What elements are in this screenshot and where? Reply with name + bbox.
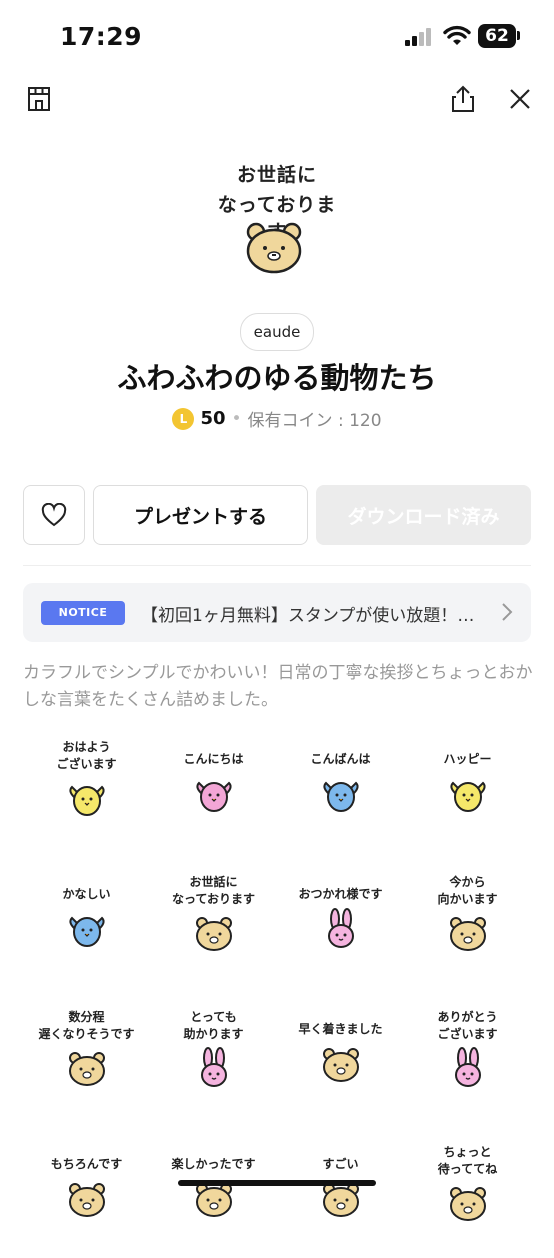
battery-tip xyxy=(517,31,520,40)
sticker-item[interactable]: とっても 助かります xyxy=(150,995,277,1123)
bear-icon xyxy=(323,1048,359,1082)
sticker-item[interactable]: もちろんです xyxy=(23,1130,150,1258)
sticker-item[interactable]: お世話に なっております xyxy=(150,860,277,988)
sticker-text: 楽しかったです xyxy=(171,1157,256,1171)
sticker-item[interactable]: 今から 向かいます xyxy=(404,860,531,988)
sticker-text: ちょっと 待っててね xyxy=(437,1145,498,1176)
bear-illustration xyxy=(246,222,302,274)
sticker-item[interactable]: こんにちは xyxy=(150,725,277,853)
sticker-text: 数分程 遅くなりそうです xyxy=(38,1010,135,1041)
downloaded-button[interactable]: ダウンロード済み xyxy=(316,485,531,545)
chevron-right-icon xyxy=(502,603,513,621)
notice-text: 【初回1ヶ月無料】スタンプが使い放題！登録はこ... xyxy=(141,606,491,626)
top-nav xyxy=(0,74,554,124)
sticker-text: おはよう ございます xyxy=(56,740,117,771)
wifi-icon xyxy=(443,25,471,45)
bird-icon xyxy=(450,781,486,812)
sticker-text: こんにちは xyxy=(183,752,244,766)
bear-icon xyxy=(450,917,486,951)
price-row: L 50 • 保有コイン : 120 xyxy=(0,406,554,431)
status-bar: 17:29 62 xyxy=(0,0,554,74)
close-icon xyxy=(510,89,530,109)
bird-icon xyxy=(323,781,359,812)
sticker-item[interactable]: おはよう ございます xyxy=(23,725,150,853)
sticker-item[interactable]: こんばんは xyxy=(277,725,404,853)
action-buttons: プレゼントする ダウンロード済み xyxy=(23,485,531,547)
notice-banner[interactable]: NOTICE 【初回1ヶ月無料】スタンプが使い放題！登録はこ... xyxy=(23,583,531,642)
sticker-item[interactable]: 早く着きました xyxy=(277,995,404,1123)
bear-icon xyxy=(450,1187,486,1221)
hero-text-line1: お世話に xyxy=(236,164,317,186)
status-time: 17:29 xyxy=(60,22,143,51)
sticker-text: かなしい xyxy=(62,887,111,901)
price-amount: 50 xyxy=(200,408,226,429)
sticker-item[interactable]: 楽しかったです xyxy=(150,1130,277,1258)
sticker-text: おつかれ様です xyxy=(298,887,383,901)
sticker-item[interactable]: ありがとう ございます xyxy=(404,995,531,1123)
hero-sticker: お世話に なっております xyxy=(212,152,342,282)
bear-icon xyxy=(196,917,232,951)
share-button[interactable] xyxy=(446,82,480,116)
rabbit-icon xyxy=(328,908,354,948)
sticker-item[interactable]: ちょっと 待っててね xyxy=(404,1130,531,1258)
cellular-signal-icon xyxy=(405,28,431,46)
bear-icon xyxy=(69,1052,105,1086)
sticker-item[interactable]: おつかれ様です xyxy=(277,860,404,988)
sticker-text: とっても 助かります xyxy=(183,1010,244,1041)
rabbit-icon xyxy=(201,1047,227,1087)
price-separator: • xyxy=(231,408,242,429)
sticker-text: こんばんは xyxy=(310,752,371,766)
pack-description: カラフルでシンプルでかわいい！日常の丁寧な挨拶とちょっとおかしな言葉をたくさん詰… xyxy=(23,663,533,710)
sticker-text: すごい xyxy=(322,1157,359,1171)
rabbit-icon xyxy=(455,1047,481,1087)
close-button[interactable] xyxy=(503,82,537,116)
sticker-text: ありがとう ございます xyxy=(437,1010,498,1041)
heart-icon xyxy=(41,503,67,527)
sticker-pack-title: ふわふわのゆる動物たち xyxy=(117,361,437,395)
favorite-button[interactable] xyxy=(23,485,85,545)
sticker-text: 早く着きました xyxy=(298,1022,383,1036)
notice-badge: NOTICE xyxy=(41,601,125,625)
bear-icon xyxy=(69,1183,105,1217)
sticker-text: お世話に なっております xyxy=(171,875,256,906)
home-indicator xyxy=(178,1180,376,1186)
shop-button[interactable] xyxy=(22,82,56,116)
coin-icon: L xyxy=(172,407,195,430)
present-button[interactable]: プレゼントする xyxy=(93,485,308,545)
bird-icon xyxy=(196,781,232,812)
sticker-text: 今から 向かいます xyxy=(437,875,498,906)
bird-icon xyxy=(69,916,105,947)
author-chip[interactable]: eaude xyxy=(240,313,314,351)
owned-coins: 保有コイン : 120 xyxy=(247,411,382,431)
sticker-item[interactable]: ハッピー xyxy=(404,725,531,853)
sticker-item[interactable]: すごい xyxy=(277,1130,404,1258)
sticker-text: ハッピー xyxy=(443,752,492,766)
section-divider xyxy=(23,565,531,566)
sticker-item[interactable]: 数分程 遅くなりそうです xyxy=(23,995,150,1123)
battery-indicator: 62 xyxy=(478,24,516,48)
sticker-item[interactable]: かなしい xyxy=(23,860,150,988)
shop-icon xyxy=(28,87,50,111)
share-icon xyxy=(452,85,474,112)
bird-icon xyxy=(69,785,105,816)
sticker-text: もちろんです xyxy=(50,1157,123,1171)
